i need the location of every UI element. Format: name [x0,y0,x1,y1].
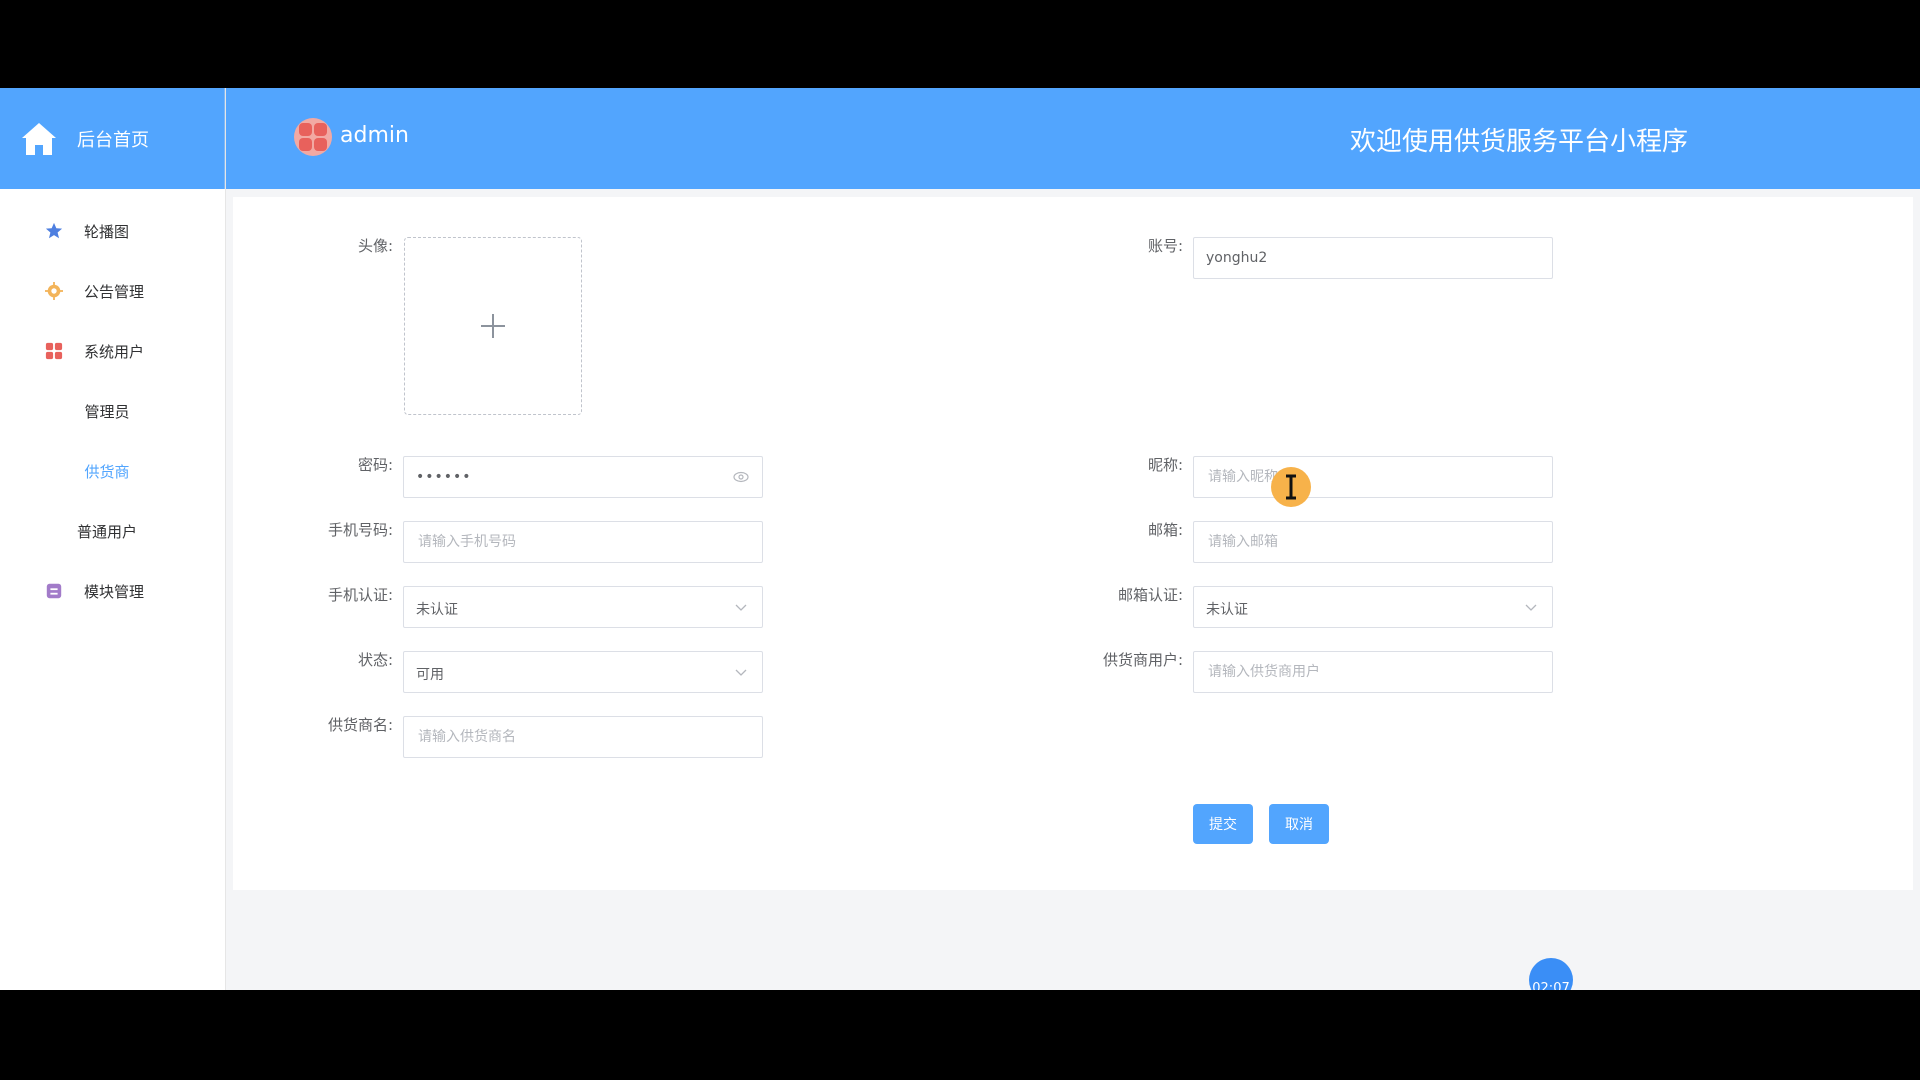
phone-verify-select[interactable]: 未认证 [403,586,763,628]
email-verify-label: 邮箱认证: [1117,586,1183,604]
email-verify-select[interactable]: 未认证 [1193,586,1553,628]
recording-timer: 02:07 [1529,958,1573,990]
sidebar-item-normal-user[interactable]: 普通用户 [0,501,214,561]
supplier-user-input[interactable] [1193,651,1553,693]
home-icon [22,122,56,155]
phone-input[interactable] [403,521,763,563]
sidebar-item-system-users[interactable]: 系统用户 [0,321,225,381]
sidebar-item-label: 公告管理 [84,282,145,301]
password-label: 密码: [357,456,393,474]
plus-icon [481,314,505,338]
archive-icon [44,581,64,601]
text-cursor-icon [1286,474,1296,500]
chevron-down-icon [735,669,747,676]
avatar-upload[interactable] [404,237,582,415]
sidebar: 后台首页 轮播图 公告管理 系统用户 管理员 供货商 普通用户 模块管理 [0,88,226,990]
status-value: 可用 [416,667,444,683]
phone-verify-label: 手机认证: [327,586,393,604]
sidebar-brand[interactable]: 后台首页 [0,88,225,189]
star-icon [44,221,64,241]
status-label: 状态: [357,651,393,669]
welcome-title: 欢迎使用供货服务平台小程序 [1349,127,1688,157]
sidebar-item-supplier[interactable]: 供货商 [0,441,214,501]
supplier-name-input[interactable] [403,716,763,758]
eye-icon[interactable] [732,468,750,486]
chevron-down-icon [1525,604,1537,611]
sidebar-menu: 轮播图 公告管理 系统用户 管理员 供货商 普通用户 模块管理 [0,201,225,621]
status-select[interactable]: 可用 [403,651,763,693]
sidebar-item-label: 模块管理 [84,582,145,601]
password-input[interactable]: •••••• [403,456,763,498]
sidebar-item-label: 系统用户 [84,342,145,361]
email-input[interactable] [1193,521,1553,563]
supplier-form-card: 头像: 账号: yonghu2 密码: •••••• 昵称: 手机号码: 邮箱: [233,197,1913,890]
top-header: admin 欢迎使用供货服务平台小程序 [226,88,1920,189]
brand-label: 后台首页 [77,129,149,151]
cancel-button[interactable]: 取消 [1269,804,1329,844]
submit-button[interactable]: 提交 [1193,804,1253,844]
avatar-label: 头像: [357,237,393,255]
phone-verify-value: 未认证 [416,602,458,618]
account-input[interactable]: yonghu2 [1193,237,1553,279]
supplier-user-label: 供货商用户: [1102,651,1183,669]
phone-label: 手机号码: [327,521,393,539]
supplier-name-label: 供货商名: [327,716,393,734]
account-label: 账号: [1147,237,1183,255]
nickname-label: 昵称: [1147,456,1183,474]
email-label: 邮箱: [1147,521,1183,539]
phone-field[interactable] [404,522,762,562]
sidebar-item-modules[interactable]: 模块管理 [0,561,225,621]
chevron-down-icon [735,604,747,611]
username[interactable]: admin [340,123,409,148]
sidebar-item-label: 普通用户 [76,522,137,541]
app-window: 后台首页 轮播图 公告管理 系统用户 管理员 供货商 普通用户 模块管理 adm… [0,88,1920,990]
account-value: yonghu2 [1206,250,1268,266]
nickname-field[interactable] [1194,457,1552,497]
email-verify-value: 未认证 [1206,602,1248,618]
sidebar-item-notice[interactable]: 公告管理 [0,261,225,321]
supplier-name-field[interactable] [404,717,762,757]
sidebar-item-label: 轮播图 [84,222,130,241]
nickname-input[interactable] [1193,456,1553,498]
email-field[interactable] [1194,522,1552,562]
sidebar-item-label: 管理员 [84,402,130,421]
gear-icon [44,281,64,301]
sidebar-item-admin[interactable]: 管理员 [0,381,214,441]
password-value: •••••• [416,469,472,485]
sidebar-item-carousel[interactable]: 轮播图 [0,201,225,261]
sidebar-item-label: 供货商 [84,462,130,481]
supplier-user-field[interactable] [1194,652,1552,692]
user-avatar[interactable] [294,118,332,156]
grid-icon [44,341,64,361]
